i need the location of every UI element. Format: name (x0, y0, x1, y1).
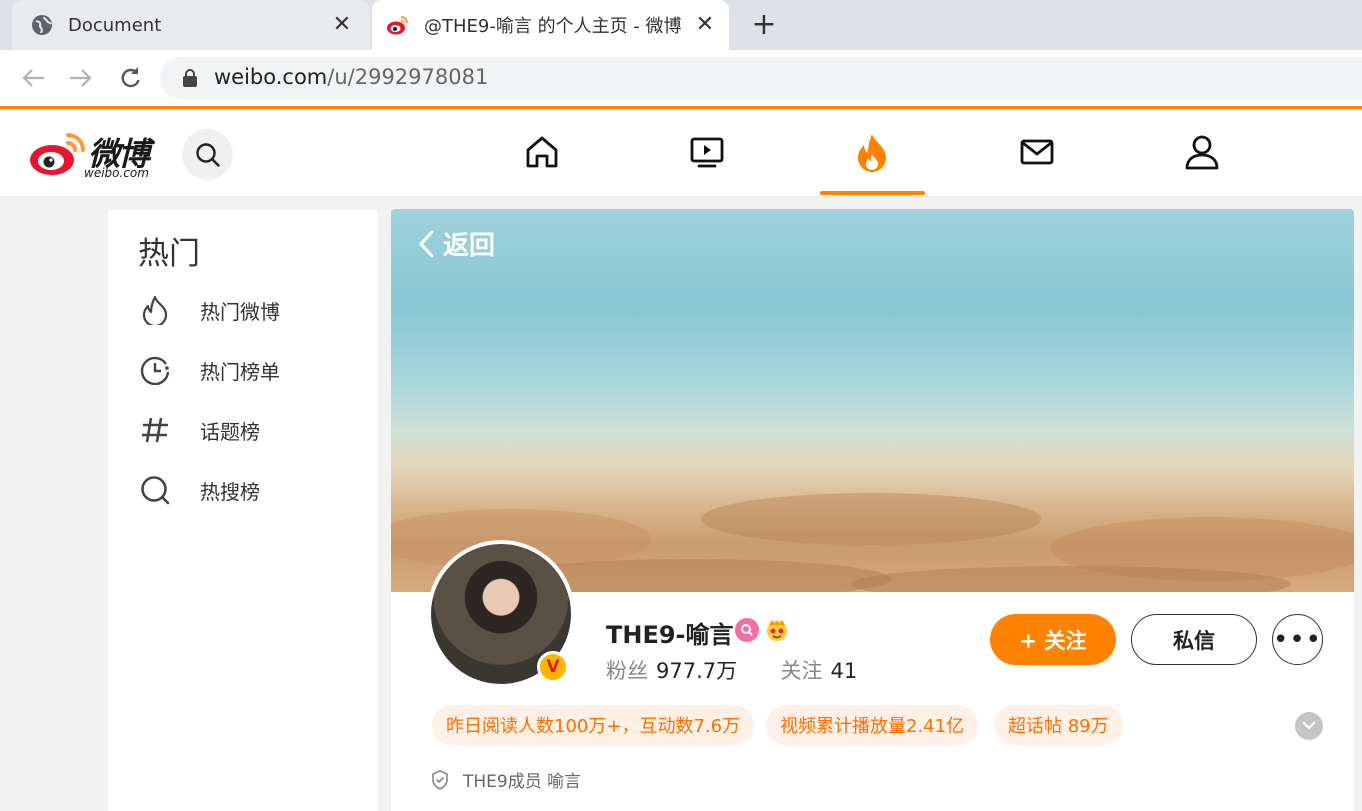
globe-icon (32, 15, 52, 35)
fans-stat[interactable]: 粉丝 977.7万 (606, 659, 737, 683)
sidebar-item-topics[interactable]: 话题榜 (138, 410, 368, 450)
tab-strip: Document ✕ @THE9-喻言 的个人主页 - 微博 ✕ + (0, 0, 1362, 50)
tab-title: @THE9-喻言 的个人主页 - 微博 (424, 16, 682, 37)
follow-button[interactable]: + 关注 (990, 614, 1116, 665)
flame-icon (138, 293, 172, 327)
message-button[interactable]: 私信 (1131, 614, 1257, 665)
weibo-header: 微博 weibo.com (0, 109, 1362, 196)
supertopic-pill[interactable]: 超话帖 89万 (994, 705, 1123, 745)
verified-badge: V (537, 651, 569, 683)
emoji-badge-icon[interactable] (765, 618, 789, 642)
member-badge-icon[interactable] (735, 618, 759, 642)
tab-weibo-profile[interactable]: @THE9-喻言 的个人主页 - 微博 ✕ (372, 0, 729, 50)
profile-icon (1185, 135, 1219, 170)
weibo-logo[interactable]: 微博 weibo.com (28, 129, 168, 180)
member-info: THE9成员 喻言 (431, 767, 581, 792)
url-text: weibo.com/u/2992978081 (214, 65, 489, 89)
more-options-button[interactable]: ••• (1272, 614, 1323, 665)
address-bar[interactable]: weibo.com/u/2992978081 (160, 57, 1362, 99)
sidebar-title: 热门 (138, 236, 200, 272)
weibo-logo-icon (30, 133, 85, 175)
browser-toolbar: weibo.com/u/2992978081 (0, 50, 1362, 107)
video-icon (690, 137, 724, 168)
sidebar-item-hot-search[interactable]: 热搜榜 (138, 470, 368, 510)
new-tab-button[interactable]: + (748, 8, 780, 42)
mail-icon (1020, 139, 1054, 165)
weibo-icon (387, 16, 408, 35)
avatar[interactable]: V (427, 540, 575, 688)
reload-icon[interactable] (116, 64, 144, 92)
clock-icon (138, 353, 172, 387)
sidebar-item-label: 热门榜单 (200, 359, 280, 384)
search-button[interactable] (182, 129, 233, 180)
profile-card: 返回 V THE9-喻言 粉丝 977.7万 关注 41 + 关注 私信 ••• 昨… (391, 209, 1354, 811)
back-arrow-icon[interactable] (20, 64, 48, 92)
nav-video[interactable] (682, 127, 732, 177)
hot-icon (858, 134, 886, 172)
sidebar-item-label: 话题榜 (200, 419, 260, 444)
active-nav-indicator (820, 191, 925, 195)
sidebar-item-label: 热门微博 (200, 299, 280, 324)
lock-icon (183, 69, 197, 87)
sidebar: 热门 热门微博 热门榜单 话题榜 热搜榜 (108, 210, 378, 811)
tab-title: Document (68, 14, 162, 36)
member-text: THE9成员 喻言 (463, 772, 582, 792)
read-stats-pill[interactable]: 昨日阅读人数100万+，互动数7.6万 (432, 705, 755, 745)
nav-home[interactable] (517, 127, 567, 177)
back-button[interactable]: 返回 (417, 225, 495, 262)
tab-document[interactable]: Document ✕ (12, 0, 370, 50)
shield-icon (432, 769, 448, 790)
chevron-down-icon (1302, 721, 1316, 730)
forward-arrow-icon[interactable] (66, 64, 94, 92)
profile-stats: 粉丝 977.7万 关注 41 (606, 655, 857, 685)
profile-name: THE9-喻言 (606, 621, 734, 649)
following-stat[interactable]: 关注 41 (781, 659, 858, 683)
sidebar-item-label: 热搜榜 (200, 479, 260, 504)
cover-image: 返回 (391, 209, 1354, 592)
sidebar-item-hot-list[interactable]: 热门榜单 (138, 350, 368, 390)
expand-button[interactable] (1295, 712, 1323, 740)
logo-domain: weibo.com (84, 166, 149, 180)
close-icon[interactable]: ✕ (332, 14, 352, 36)
search-icon (195, 142, 220, 167)
close-icon[interactable]: ✕ (695, 14, 715, 36)
back-label: 返回 (443, 231, 496, 261)
nav-messages[interactable] (1012, 127, 1062, 177)
hot-search-icon (138, 473, 172, 507)
chevron-left-icon (418, 230, 434, 257)
home-icon (526, 136, 558, 168)
hashtag-icon (138, 413, 172, 447)
video-stats-pill[interactable]: 视频累计播放量2.41亿 (766, 705, 979, 745)
nav-hot[interactable] (847, 127, 897, 177)
nav-profile[interactable] (1177, 127, 1227, 177)
sidebar-item-hot-weibo[interactable]: 热门微博 (138, 290, 368, 330)
